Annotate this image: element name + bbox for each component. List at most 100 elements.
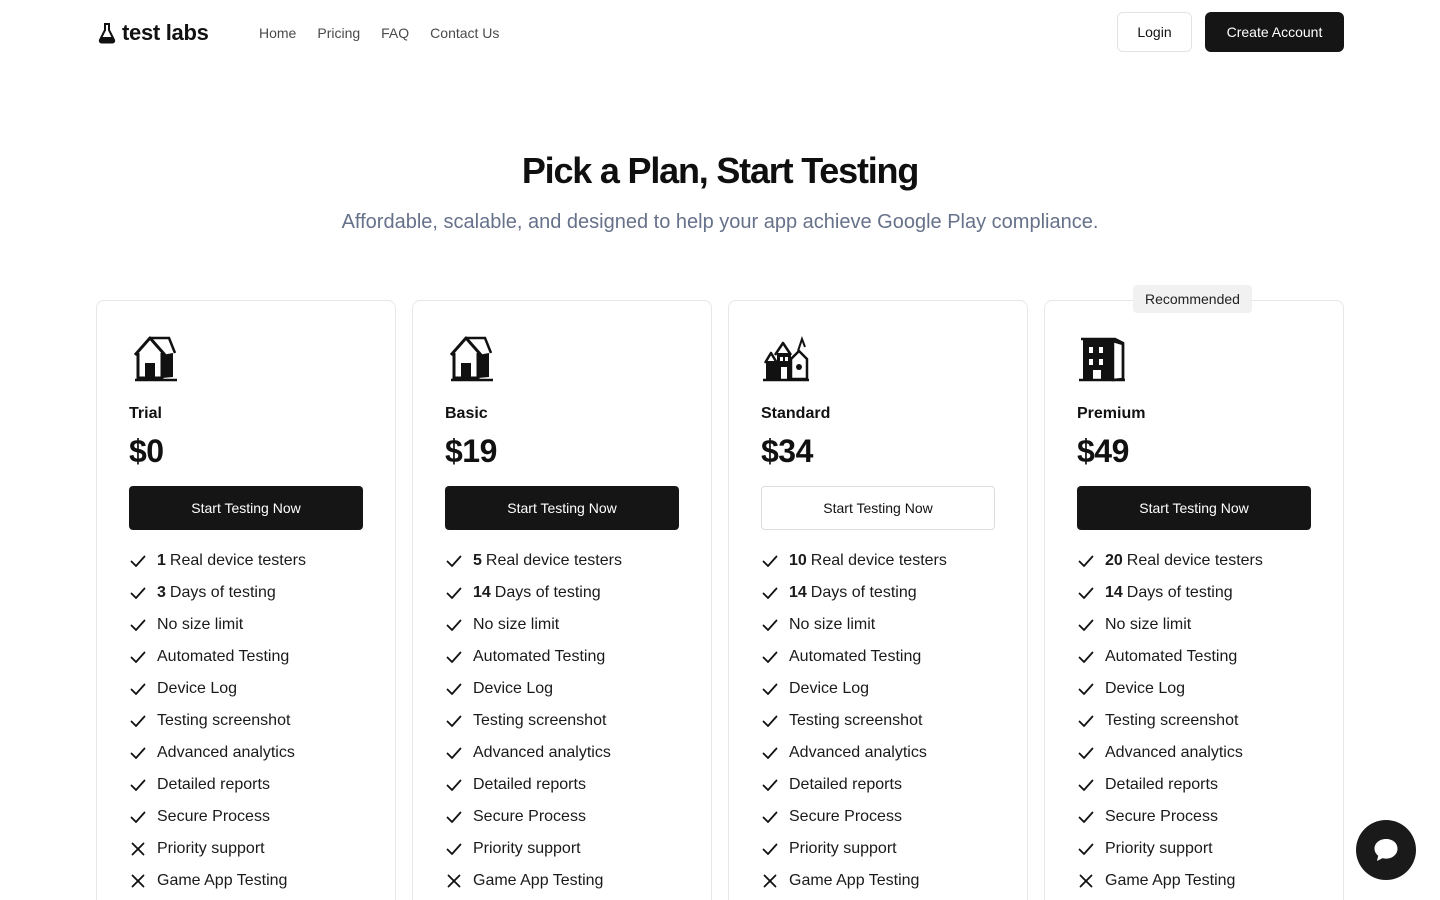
feature-count: 1 xyxy=(157,552,166,569)
feature-label: Real device testers xyxy=(810,552,947,569)
feature-item: Automated Testing xyxy=(445,641,622,673)
feature-list: 1 Real device testers 3 Days of testing No s… xyxy=(129,545,306,897)
x-icon xyxy=(131,842,145,856)
feature-item: No size limit xyxy=(1077,609,1263,641)
included-mark xyxy=(445,840,473,858)
included-mark xyxy=(1077,808,1105,826)
check-icon xyxy=(130,619,146,631)
page-title: Pick a Plan, Start Testing xyxy=(521,150,919,191)
feature-item: Device Log xyxy=(445,673,622,705)
x-icon xyxy=(131,874,145,888)
feature-item: Detailed reports xyxy=(761,769,947,801)
included-mark xyxy=(445,776,473,794)
included-mark xyxy=(445,808,473,826)
feature-item: Automated Testing xyxy=(129,641,306,673)
feature-item: Testing screenshot xyxy=(129,705,306,737)
check-icon xyxy=(130,747,146,759)
feature-label: Days of testing xyxy=(1126,584,1233,601)
check-icon xyxy=(762,587,778,599)
check-icon xyxy=(1078,683,1094,695)
plan-price: $49 xyxy=(1077,433,1129,469)
check-icon xyxy=(1078,811,1094,823)
feature-item: Automated Testing xyxy=(1077,641,1263,673)
feature-label: Real device testers xyxy=(169,552,306,569)
feature-label: No size limit xyxy=(789,616,876,633)
included-mark xyxy=(445,616,473,634)
nav-faq[interactable]: FAQ xyxy=(381,25,409,41)
nav-home[interactable]: Home xyxy=(259,25,296,41)
included-mark xyxy=(1077,744,1105,762)
check-icon xyxy=(446,811,462,823)
plan-price: $0 xyxy=(129,433,164,469)
included-mark xyxy=(445,680,473,698)
check-icon xyxy=(130,651,146,663)
feature-item: Detailed reports xyxy=(1077,769,1263,801)
check-icon xyxy=(1078,779,1094,791)
site-header: test labs Home Pricing FAQ Contact Us Lo… xyxy=(0,0,1440,68)
start-testing-button-basic[interactable]: Start Testing Now xyxy=(445,486,679,530)
feature-count: 20 xyxy=(1105,552,1123,569)
feature-list: 10 Real device testers 14 Days of testing No… xyxy=(761,545,947,897)
check-icon xyxy=(446,555,462,567)
feature-label: Game App Testing xyxy=(789,872,920,889)
feature-label: Advanced analytics xyxy=(1105,744,1243,761)
check-icon xyxy=(762,683,778,695)
feature-label: Advanced analytics xyxy=(157,744,295,761)
chat-widget-button[interactable] xyxy=(1356,820,1416,880)
start-testing-button-standard[interactable]: Start Testing Now xyxy=(761,486,995,530)
included-mark xyxy=(761,680,789,698)
feature-label: Automated Testing xyxy=(157,648,290,665)
plan-card-basic: Basic $19 Start Testing Now 5 Real device te… xyxy=(412,300,712,900)
included-mark xyxy=(129,712,157,730)
nav-contact-us[interactable]: Contact Us xyxy=(430,25,499,41)
house-icon xyxy=(129,333,179,383)
login-button[interactable]: Login xyxy=(1117,12,1192,52)
feature-item: Advanced analytics xyxy=(761,737,947,769)
brand-logo[interactable]: test labs xyxy=(98,20,209,46)
feature-label: Priority support xyxy=(157,840,265,857)
included-mark xyxy=(129,744,157,762)
feature-label: Priority support xyxy=(789,840,897,857)
included-mark xyxy=(129,808,157,826)
check-icon xyxy=(130,715,146,727)
feature-label: Priority support xyxy=(473,840,581,857)
start-testing-button-trial[interactable]: Start Testing Now xyxy=(129,486,363,530)
feature-item: Secure Process xyxy=(1077,801,1263,833)
plan-card-premium: Recommended Premium $49 Start Testing Now 20… xyxy=(1044,285,1344,900)
feature-label: Game App Testing xyxy=(1105,872,1236,889)
feature-label: Testing screenshot xyxy=(789,712,923,729)
included-mark xyxy=(129,776,157,794)
feature-item: Game App Testing xyxy=(129,865,306,897)
check-icon xyxy=(446,715,462,727)
check-icon xyxy=(446,747,462,759)
feature-label: No size limit xyxy=(473,616,560,633)
create-account-button[interactable]: Create Account xyxy=(1205,12,1344,52)
nav-pricing[interactable]: Pricing xyxy=(317,25,360,41)
feature-item: Testing screenshot xyxy=(1077,705,1263,737)
feature-item: 1 Real device testers xyxy=(129,545,306,577)
included-mark xyxy=(761,808,789,826)
excluded-mark xyxy=(1077,872,1105,890)
feature-item: 14 Days of testing xyxy=(761,577,947,609)
feature-label: Secure Process xyxy=(1105,808,1218,825)
check-icon xyxy=(130,587,146,599)
included-mark xyxy=(129,680,157,698)
check-icon xyxy=(762,619,778,631)
start-testing-button-premium[interactable]: Start Testing Now xyxy=(1077,486,1311,530)
feature-item: No size limit xyxy=(445,609,622,641)
feature-label: Game App Testing xyxy=(157,872,288,889)
feature-count: 3 xyxy=(157,584,166,601)
included-mark xyxy=(1077,616,1105,634)
feature-label: Secure Process xyxy=(473,808,586,825)
feature-label: Testing screenshot xyxy=(157,712,291,729)
feature-label: Detailed reports xyxy=(157,776,270,793)
feature-item: Testing screenshot xyxy=(445,705,622,737)
feature-label: Automated Testing xyxy=(789,648,922,665)
plan-name: Standard xyxy=(761,405,831,422)
feature-label: Secure Process xyxy=(789,808,902,825)
feature-item: 10 Real device testers xyxy=(761,545,947,577)
feature-label: Detailed reports xyxy=(1105,776,1218,793)
feature-item: Game App Testing xyxy=(1077,865,1263,897)
feature-label: Device Log xyxy=(1105,680,1186,697)
plan-card-trial: Trial $0 Start Testing Now 1 Real device tes… xyxy=(96,300,396,900)
